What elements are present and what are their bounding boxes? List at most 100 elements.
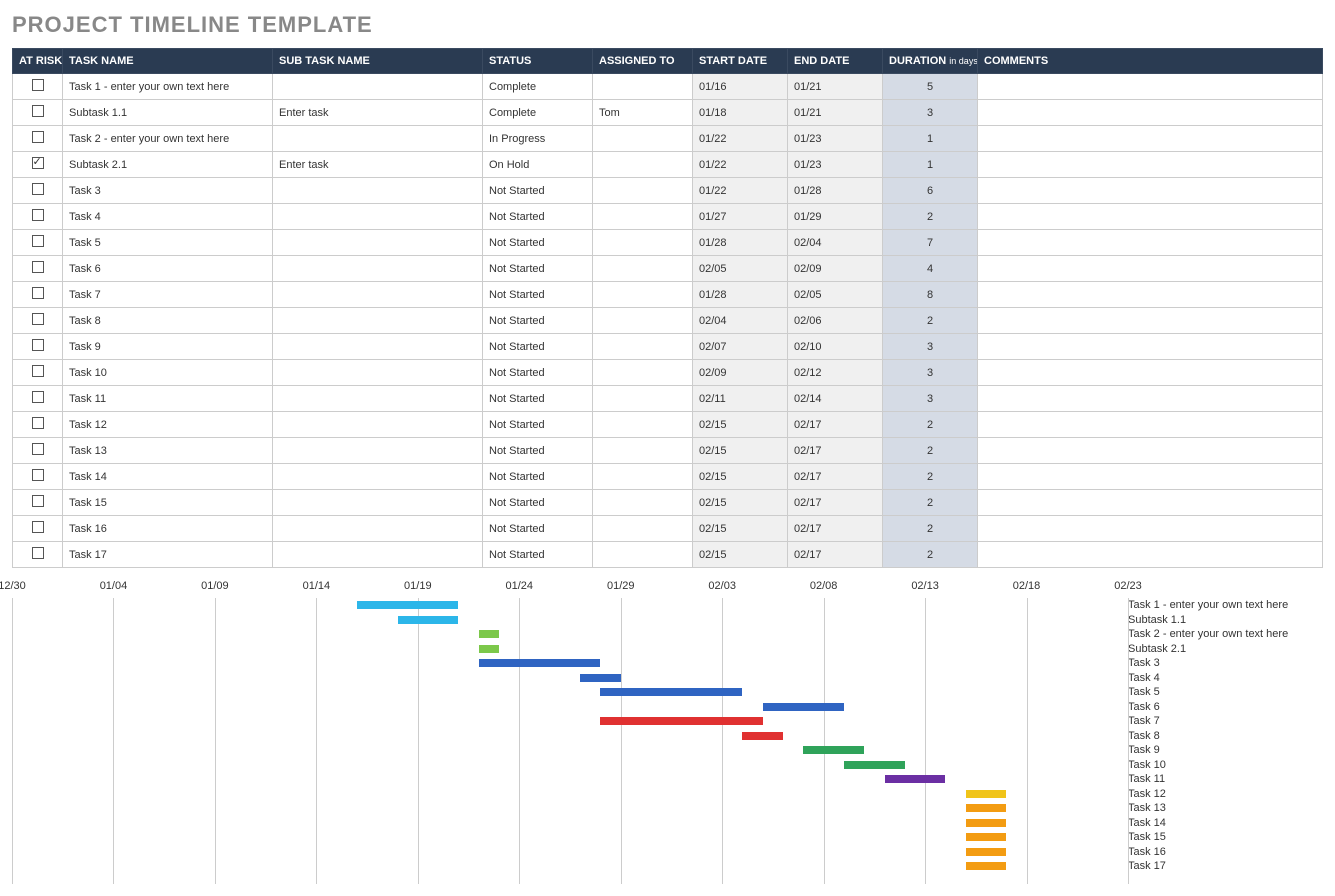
risk-checkbox[interactable] (32, 183, 44, 195)
task-cell[interactable]: Task 13 (63, 438, 273, 464)
task-cell[interactable]: Task 3 (63, 178, 273, 204)
status-cell[interactable]: Not Started (483, 282, 593, 308)
end-cell[interactable]: 02/09 (788, 256, 883, 282)
task-cell[interactable]: Task 5 (63, 230, 273, 256)
start-cell[interactable]: 01/22 (693, 178, 788, 204)
status-cell[interactable]: Not Started (483, 334, 593, 360)
subtask-cell[interactable]: Enter task (273, 100, 483, 126)
comments-cell[interactable] (978, 360, 1323, 386)
end-cell[interactable]: 02/04 (788, 230, 883, 256)
risk-checkbox[interactable] (32, 365, 44, 377)
end-cell[interactable]: 02/17 (788, 412, 883, 438)
risk-checkbox[interactable] (32, 209, 44, 221)
subtask-cell[interactable] (273, 516, 483, 542)
comments-cell[interactable] (978, 542, 1323, 568)
comments-cell[interactable] (978, 230, 1323, 256)
subtask-cell[interactable] (273, 334, 483, 360)
end-cell[interactable]: 01/28 (788, 178, 883, 204)
start-cell[interactable]: 02/15 (693, 438, 788, 464)
start-cell[interactable]: 01/18 (693, 100, 788, 126)
start-cell[interactable]: 01/28 (693, 230, 788, 256)
risk-checkbox[interactable] (32, 105, 44, 117)
status-cell[interactable]: On Hold (483, 152, 593, 178)
assigned-cell[interactable] (593, 360, 693, 386)
comments-cell[interactable] (978, 126, 1323, 152)
risk-checkbox[interactable] (32, 261, 44, 273)
assigned-cell[interactable] (593, 438, 693, 464)
assigned-cell[interactable] (593, 230, 693, 256)
start-cell[interactable]: 02/15 (693, 516, 788, 542)
subtask-cell[interactable] (273, 204, 483, 230)
status-cell[interactable]: Not Started (483, 308, 593, 334)
start-cell[interactable]: 01/27 (693, 204, 788, 230)
comments-cell[interactable] (978, 490, 1323, 516)
status-cell[interactable]: Not Started (483, 438, 593, 464)
task-cell[interactable]: Task 11 (63, 386, 273, 412)
assigned-cell[interactable] (593, 126, 693, 152)
start-cell[interactable]: 01/22 (693, 126, 788, 152)
end-cell[interactable]: 02/17 (788, 490, 883, 516)
task-cell[interactable]: Task 10 (63, 360, 273, 386)
risk-checkbox[interactable] (32, 521, 44, 533)
task-cell[interactable]: Task 7 (63, 282, 273, 308)
status-cell[interactable]: In Progress (483, 126, 593, 152)
comments-cell[interactable] (978, 152, 1323, 178)
assigned-cell[interactable]: Tom (593, 100, 693, 126)
assigned-cell[interactable] (593, 308, 693, 334)
end-cell[interactable]: 01/23 (788, 126, 883, 152)
status-cell[interactable]: Not Started (483, 178, 593, 204)
task-cell[interactable]: Task 17 (63, 542, 273, 568)
status-cell[interactable]: Not Started (483, 360, 593, 386)
comments-cell[interactable] (978, 100, 1323, 126)
risk-checkbox[interactable] (32, 443, 44, 455)
subtask-cell[interactable] (273, 360, 483, 386)
subtask-cell[interactable] (273, 490, 483, 516)
start-cell[interactable]: 02/15 (693, 542, 788, 568)
start-cell[interactable]: 02/15 (693, 490, 788, 516)
task-cell[interactable]: Task 16 (63, 516, 273, 542)
comments-cell[interactable] (978, 178, 1323, 204)
status-cell[interactable]: Not Started (483, 412, 593, 438)
status-cell[interactable]: Complete (483, 74, 593, 100)
subtask-cell[interactable] (273, 308, 483, 334)
comments-cell[interactable] (978, 464, 1323, 490)
start-cell[interactable]: 02/07 (693, 334, 788, 360)
status-cell[interactable]: Not Started (483, 516, 593, 542)
risk-checkbox[interactable] (32, 339, 44, 351)
assigned-cell[interactable] (593, 386, 693, 412)
start-cell[interactable]: 02/15 (693, 464, 788, 490)
assigned-cell[interactable] (593, 282, 693, 308)
assigned-cell[interactable] (593, 464, 693, 490)
end-cell[interactable]: 02/14 (788, 386, 883, 412)
start-cell[interactable]: 02/15 (693, 412, 788, 438)
assigned-cell[interactable] (593, 516, 693, 542)
risk-checkbox[interactable] (32, 391, 44, 403)
start-cell[interactable]: 01/16 (693, 74, 788, 100)
end-cell[interactable]: 01/23 (788, 152, 883, 178)
assigned-cell[interactable] (593, 152, 693, 178)
assigned-cell[interactable] (593, 74, 693, 100)
task-cell[interactable]: Task 15 (63, 490, 273, 516)
end-cell[interactable]: 02/10 (788, 334, 883, 360)
comments-cell[interactable] (978, 308, 1323, 334)
start-cell[interactable]: 02/05 (693, 256, 788, 282)
start-cell[interactable]: 02/11 (693, 386, 788, 412)
start-cell[interactable]: 01/22 (693, 152, 788, 178)
subtask-cell[interactable] (273, 74, 483, 100)
status-cell[interactable]: Not Started (483, 490, 593, 516)
risk-checkbox[interactable] (32, 131, 44, 143)
risk-checkbox[interactable] (32, 495, 44, 507)
end-cell[interactable]: 02/17 (788, 464, 883, 490)
task-cell[interactable]: Subtask 2.1 (63, 152, 273, 178)
subtask-cell[interactable] (273, 256, 483, 282)
risk-checkbox[interactable] (32, 469, 44, 481)
comments-cell[interactable] (978, 412, 1323, 438)
subtask-cell[interactable] (273, 438, 483, 464)
start-cell[interactable]: 02/04 (693, 308, 788, 334)
task-cell[interactable]: Task 14 (63, 464, 273, 490)
status-cell[interactable]: Not Started (483, 230, 593, 256)
task-cell[interactable]: Task 8 (63, 308, 273, 334)
subtask-cell[interactable]: Enter task (273, 152, 483, 178)
end-cell[interactable]: 02/06 (788, 308, 883, 334)
status-cell[interactable]: Not Started (483, 386, 593, 412)
